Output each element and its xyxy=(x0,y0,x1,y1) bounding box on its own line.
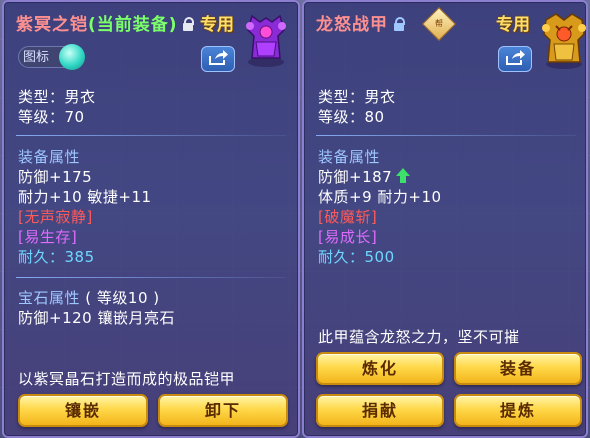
special-tag: 专用 xyxy=(496,15,530,35)
gem-header: 宝石属性 ( 等级10 ) xyxy=(18,287,160,308)
special-effect: [易成长] xyxy=(318,228,378,246)
attr-header: 装备属性 xyxy=(318,148,381,166)
icon-toggle-label: 图标 xyxy=(23,50,50,65)
durability-value: 500 xyxy=(364,248,395,266)
lock-icon[interactable] xyxy=(183,17,194,31)
attr-stats: 耐力+10 敏捷+11 xyxy=(18,188,152,206)
divider xyxy=(16,277,286,278)
item-description: 以紫冥晶石打造而成的极品铠甲 xyxy=(18,370,236,388)
unequip-button[interactable]: 卸下 xyxy=(158,394,288,427)
share-button[interactable] xyxy=(498,46,532,72)
inlay-button[interactable]: 镶嵌 xyxy=(18,394,148,427)
gem-header-label: 宝石属性 xyxy=(18,289,81,307)
up-arrow-icon xyxy=(396,168,410,183)
gem-level: ( 等级10 ) xyxy=(85,289,160,307)
gang-seal-icon: 帮 xyxy=(422,7,456,41)
attr-defense: 防御+175 xyxy=(18,168,93,186)
seal-label: 帮 xyxy=(435,19,443,28)
attr-stats: 体质+9 耐力+10 xyxy=(318,188,442,206)
donate-button[interactable]: 捐献 xyxy=(316,394,444,427)
gem-attr: 防御+120 镶嵌月亮石 xyxy=(18,309,175,327)
divider xyxy=(16,135,286,136)
golden-dragon-armor-icon xyxy=(536,6,590,70)
attr-header: 装备属性 xyxy=(18,148,81,166)
share-button[interactable] xyxy=(201,46,235,72)
share-icon xyxy=(209,50,228,65)
item-description: 此甲蕴含龙怒之力，坚不可摧 xyxy=(318,328,520,346)
refine-button[interactable]: 炼化 xyxy=(316,352,444,385)
share-icon xyxy=(506,50,525,65)
durability-label: 耐久： xyxy=(318,248,365,266)
item-title: 紫冥之铠(当前装备) xyxy=(16,10,178,35)
durability-label: 耐久： xyxy=(18,248,65,266)
durability: 耐久：500 xyxy=(318,246,395,267)
attr-defense: 防御+187 xyxy=(318,168,393,186)
durability: 耐久：385 xyxy=(18,246,95,267)
item-name: 紫冥之铠 xyxy=(16,15,88,35)
toggle-orb-icon xyxy=(59,44,85,70)
current-equipped-tag: (当前装备) xyxy=(88,15,178,35)
item-type: 类型：男衣 xyxy=(18,88,96,106)
item-type: 类型：男衣 xyxy=(318,88,396,106)
purple-armor-icon xyxy=(238,6,294,70)
divider xyxy=(316,135,576,136)
compare-equipment-panel: 龙怒战甲 帮 专用 类型：男衣 等级：80 装备属性 防御+187 体质+9 耐… xyxy=(302,0,588,438)
extract-button[interactable]: 提炼 xyxy=(454,394,582,427)
durability-value: 385 xyxy=(64,248,95,266)
special-skill: [无声寂静] xyxy=(18,208,93,226)
item-level: 等级：70 xyxy=(18,108,85,126)
special-tag: 专用 xyxy=(200,15,234,35)
special-effect: [易生存] xyxy=(18,228,78,246)
icon-toggle[interactable]: 图标 xyxy=(18,44,85,70)
current-equipment-panel: 紫冥之铠(当前装备) 专用 图标 类型：男衣 等级：70 装备属性 防御+175… xyxy=(2,0,300,438)
special-skill: [破魔斩] xyxy=(318,208,378,226)
item-level: 等级：80 xyxy=(318,108,385,126)
item-title: 龙怒战甲 xyxy=(316,15,388,35)
lock-icon[interactable] xyxy=(394,17,405,31)
equip-button[interactable]: 装备 xyxy=(454,352,582,385)
